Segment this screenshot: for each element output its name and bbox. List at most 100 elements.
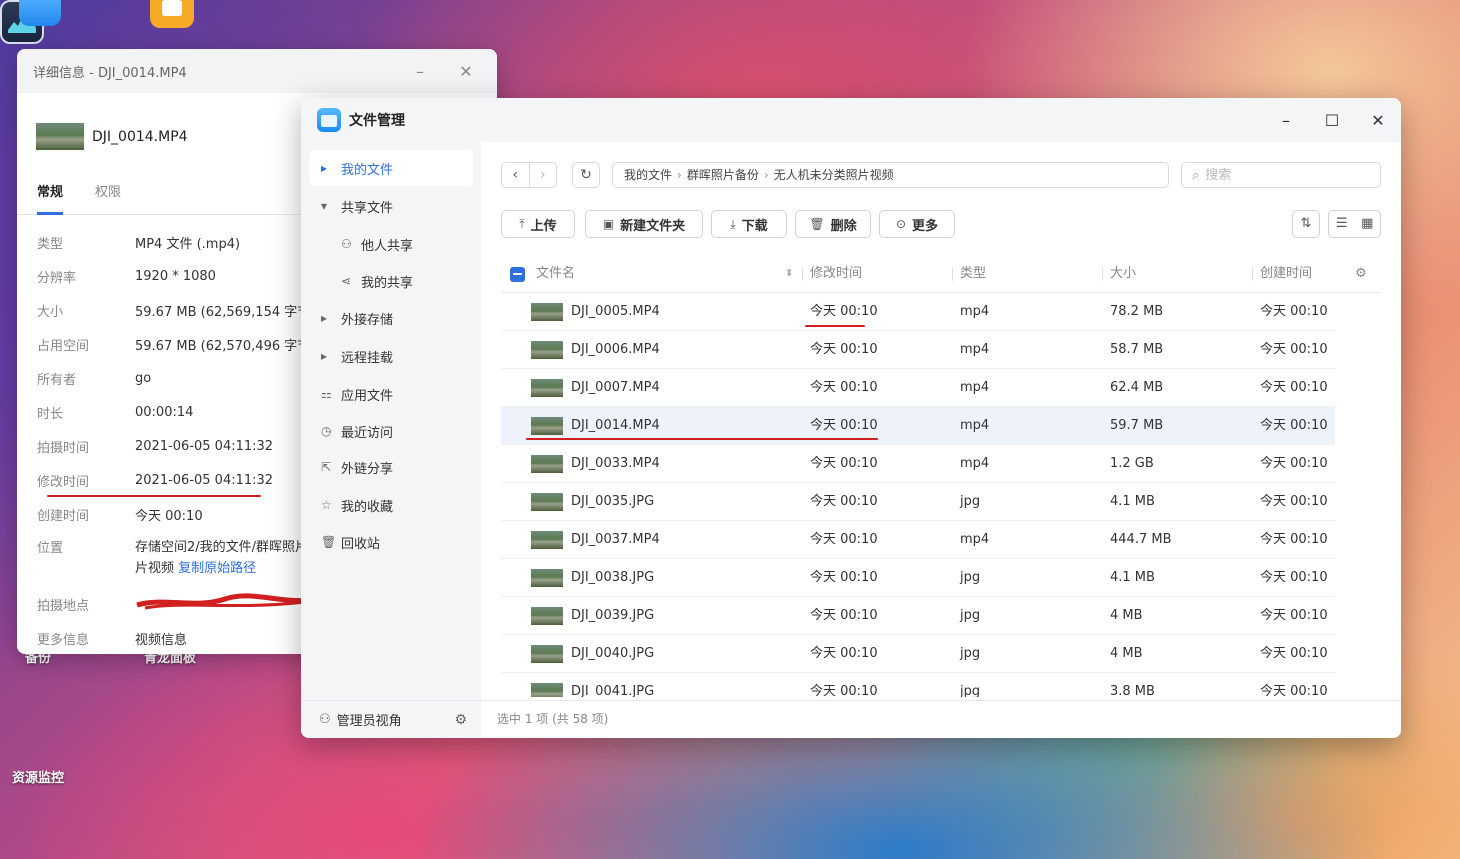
table-row[interactable]: DJI_0006.MP4 今天 00:10 mp4 58.7 MB 今天 00:10 bbox=[501, 331, 1335, 369]
cell-created: 今天 00:10 bbox=[1260, 456, 1328, 471]
column-header-size[interactable]: 大小 bbox=[1101, 255, 1136, 293]
cell-size: 1.2 GB bbox=[1110, 456, 1154, 471]
table-row[interactable]: DJI_0041.JPG 今天 00:10 jpg 3.8 MB 今天 00:10 bbox=[501, 673, 1335, 697]
delete-button[interactable]: 🗑 删除 bbox=[795, 210, 871, 238]
search-box[interactable]: ⌕ bbox=[1181, 162, 1381, 188]
sidebar-item-recent[interactable]: ◷ 最近访问 bbox=[309, 413, 473, 449]
sidebar-item-link-shares[interactable]: ⇱ 外链分享 bbox=[309, 449, 473, 485]
table-row[interactable]: DJI_0038.JPG 今天 00:10 jpg 4.1 MB 今天 00:10 bbox=[501, 559, 1335, 597]
table-row[interactable]: DJI_0033.MP4 今天 00:10 mp4 1.2 GB 今天 00:10 bbox=[501, 445, 1335, 483]
copy-original-path-link[interactable]: 复制原始路径 bbox=[178, 561, 256, 576]
cell-name: DJI_0041.JPG bbox=[571, 684, 655, 697]
desktop-label-resource-monitor[interactable]: 资源监控 bbox=[12, 767, 64, 786]
cell-modified: 今天 00:10 bbox=[810, 684, 878, 697]
admin-view-label: 管理员视角 bbox=[336, 714, 402, 729]
delete-label: 删除 bbox=[830, 218, 857, 234]
prop-value-disk-usage: 59.67 MB (62,570,496 字节) bbox=[135, 338, 316, 354]
desktop-app-icon-files[interactable] bbox=[19, 0, 61, 26]
breadcrumb-item[interactable]: 无人机未分类照片视频 bbox=[774, 168, 894, 182]
sort-button[interactable]: ⇅ bbox=[1292, 210, 1320, 238]
tab-general[interactable]: 常规 bbox=[37, 178, 64, 215]
cell-created: 今天 00:10 bbox=[1260, 570, 1328, 585]
table-row[interactable]: DJI_0039.JPG 今天 00:10 jpg 4 MB 今天 00:10 bbox=[501, 597, 1335, 635]
download-icon: ⤓ bbox=[730, 216, 736, 231]
select-all-checkbox[interactable] bbox=[510, 267, 525, 282]
prop-label-type: 类型 bbox=[37, 236, 64, 252]
close-icon[interactable]: ✕ bbox=[1355, 111, 1401, 130]
column-settings-icon[interactable]: ⚙ bbox=[1355, 255, 1367, 293]
sidebar-item-favorites[interactable]: ☆ 我的收藏 bbox=[309, 487, 473, 523]
admin-view-toggle[interactable]: ⚇ 管理员视角 ⚙ bbox=[301, 700, 481, 738]
minimize-icon[interactable]: – bbox=[1263, 111, 1309, 130]
breadcrumb[interactable]: 我的文件 › 群晖照片备份 › 无人机未分类照片视频 bbox=[612, 162, 1169, 188]
prop-label-shot-location: 拍摄地点 bbox=[37, 598, 90, 614]
file-thumbnail bbox=[531, 341, 563, 359]
download-button[interactable]: ⤓ 下载 bbox=[711, 210, 787, 238]
sidebar-item-remote-mount[interactable]: ▸ 远程挂载 bbox=[309, 338, 473, 374]
new-folder-button[interactable]: ▣ 新建文件夹 bbox=[585, 210, 703, 238]
table-row[interactable]: DJI_0035.JPG 今天 00:10 jpg 4.1 MB 今天 00:10 bbox=[501, 483, 1335, 521]
prop-value-shot-time: 2021-06-05 04:11:32 bbox=[135, 438, 274, 454]
annotation-underline bbox=[47, 495, 261, 497]
table-row[interactable]: DJI_0040.JPG 今天 00:10 jpg 4 MB 今天 00:10 bbox=[501, 635, 1335, 673]
breadcrumb-item[interactable]: 我的文件 bbox=[624, 168, 672, 182]
breadcrumb-item[interactable]: 群晖照片备份 bbox=[687, 168, 759, 182]
more-button[interactable]: ⊙ 更多 bbox=[879, 210, 955, 238]
cell-type: mp4 bbox=[960, 456, 990, 471]
table-row[interactable]: DJI_0037.MP4 今天 00:10 mp4 444.7 MB 今天 00:10 bbox=[501, 521, 1335, 559]
view-mode-toggle: ☰ ▦ bbox=[1328, 210, 1381, 238]
file-thumbnail bbox=[531, 531, 563, 549]
minimize-icon[interactable]: – bbox=[405, 62, 435, 81]
cell-name: DJI_0006.MP4 bbox=[571, 342, 660, 357]
tab-permissions[interactable]: 权限 bbox=[95, 178, 121, 214]
sidebar-item-my-shares[interactable]: ⋖ 我的共享 bbox=[309, 263, 473, 299]
sidebar-item-label: 外链分享 bbox=[341, 461, 394, 477]
prop-label-created-time: 创建时间 bbox=[37, 508, 90, 524]
cell-size: 58.7 MB bbox=[1110, 342, 1164, 357]
details-titlebar[interactable]: 详细信息 - DJI_0014.MP4 – ✕ bbox=[17, 49, 497, 93]
file-thumbnail bbox=[531, 379, 563, 397]
search-icon: ⌕ bbox=[1192, 167, 1200, 183]
video-info-link[interactable]: 视频信息 bbox=[135, 629, 187, 648]
cell-name: DJI_0037.MP4 bbox=[571, 532, 660, 547]
cell-created: 今天 00:10 bbox=[1260, 304, 1328, 319]
cell-type: mp4 bbox=[960, 532, 990, 547]
sidebar-item-external-storage[interactable]: ▸ 外接存储 bbox=[309, 300, 473, 336]
sidebar-item-shared-files[interactable]: ▾ 共享文件 bbox=[309, 188, 473, 224]
column-header-name[interactable]: 文件名 bbox=[536, 255, 575, 293]
prop-value-shot-location-redacted bbox=[135, 593, 325, 615]
back-button[interactable]: ‹ bbox=[502, 163, 529, 187]
external-link-icon: ⇱ bbox=[321, 460, 332, 474]
sidebar-item-app-files[interactable]: ⚏ 应用文件 bbox=[309, 376, 473, 412]
cell-created: 今天 00:10 bbox=[1260, 684, 1328, 697]
download-label: 下载 bbox=[741, 218, 768, 234]
file-list: DJI_0005.MP4 今天 00:10 mp4 78.2 MB 今天 00:10 D… bbox=[501, 293, 1335, 697]
details-window-title: 详细信息 - DJI_0014.MP4 bbox=[33, 65, 187, 81]
prop-value-owner: go bbox=[135, 370, 152, 386]
sidebar-item-recycle-bin[interactable]: 🗑 回收站 bbox=[309, 524, 473, 560]
grid-view-icon[interactable]: ▦ bbox=[1355, 211, 1381, 237]
file-manager-titlebar[interactable]: 文件管理 – ☐ ✕ bbox=[301, 98, 1401, 142]
upload-button[interactable]: ⤒ 上传 bbox=[501, 210, 575, 238]
column-header-type[interactable]: 类型 bbox=[951, 255, 986, 293]
sidebar-item-shared-with-me[interactable]: ⚇ 他人共享 bbox=[309, 226, 473, 262]
cell-size: 59.7 MB bbox=[1110, 418, 1164, 433]
upload-icon: ⤒ bbox=[519, 216, 525, 231]
refresh-button[interactable]: ↻ bbox=[572, 162, 600, 188]
cell-name: DJI_0038.JPG bbox=[571, 570, 655, 585]
table-row[interactable]: DJI_0007.MP4 今天 00:10 mp4 62.4 MB 今天 00:10 bbox=[501, 369, 1335, 407]
close-icon[interactable]: ✕ bbox=[451, 62, 481, 81]
cell-type: mp4 bbox=[960, 342, 990, 357]
sort-arrows-icon[interactable]: ⬍ bbox=[785, 255, 793, 293]
cell-name: DJI_0040.JPG bbox=[571, 646, 655, 661]
desktop-app-icon-notes[interactable] bbox=[150, 0, 194, 28]
column-header-modified[interactable]: 修改时间 bbox=[801, 255, 862, 293]
sidebar-item-my-files[interactable]: ▸ 我的文件 bbox=[309, 150, 473, 186]
table-row[interactable]: DJI_0005.MP4 今天 00:10 mp4 78.2 MB 今天 00:10 bbox=[501, 293, 1335, 331]
gear-icon[interactable]: ⚙ bbox=[454, 712, 467, 728]
column-header-created[interactable]: 创建时间 bbox=[1251, 255, 1312, 293]
list-view-icon[interactable]: ☰ bbox=[1329, 211, 1355, 237]
maximize-icon[interactable]: ☐ bbox=[1309, 111, 1355, 130]
search-input[interactable] bbox=[1205, 167, 1366, 183]
forward-button[interactable]: › bbox=[528, 163, 557, 187]
